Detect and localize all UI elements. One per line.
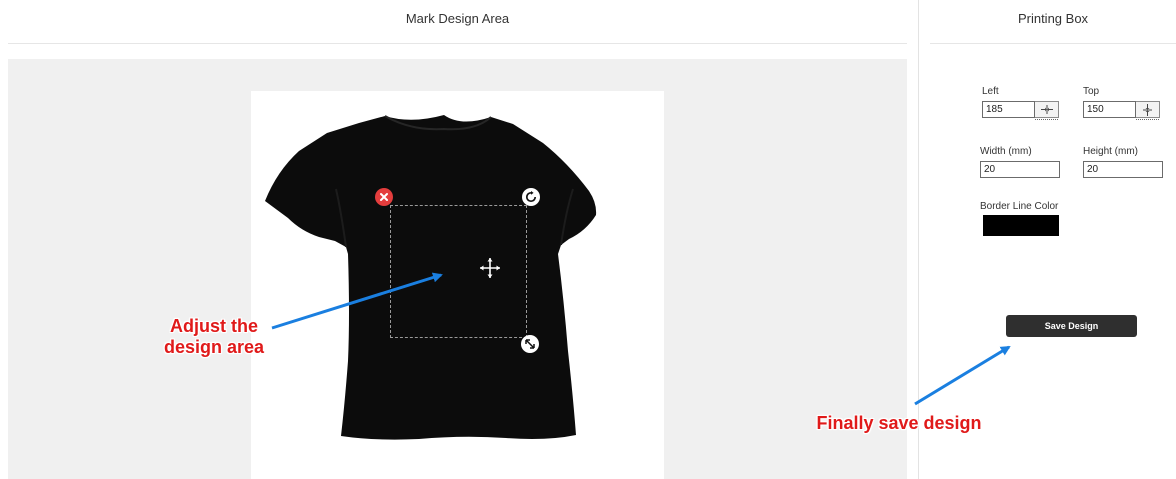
arrow-to-save-button [914,345,1011,406]
annotation-arrows [271,272,1011,406]
adjust-design-area-annotation: Adjust the design area [150,316,278,358]
adjust-annotation-line2: design area [163,337,265,357]
arrow-to-design-area [271,272,443,330]
adjust-annotation-line1: Adjust the [170,316,258,336]
save-design-annotation: Finally save design [816,413,982,433]
